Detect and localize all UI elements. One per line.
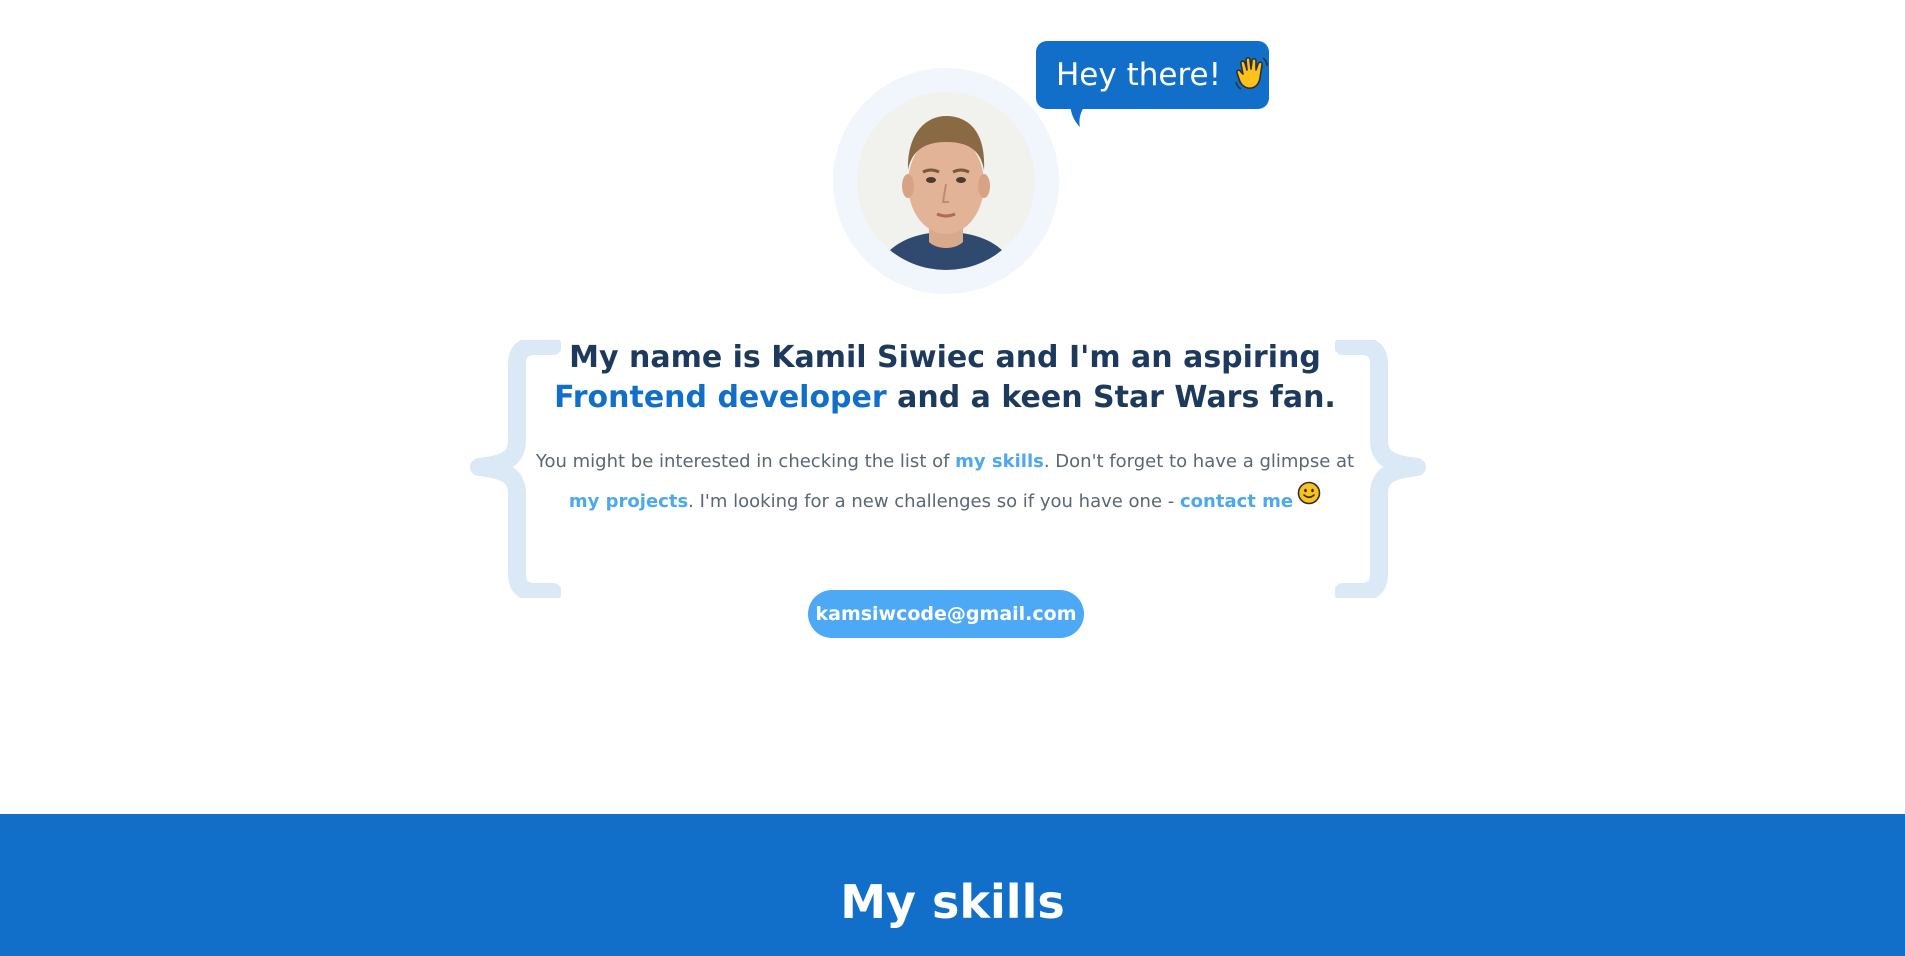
intro-text-part-1: You might be interested in checking the …: [535, 451, 956, 472]
page: Hey there! My name is Kamil Siwiec and I…: [0, 0, 1905, 956]
greeting-bubble: Hey there!: [1036, 41, 1271, 127]
bubble-tail: [1070, 101, 1088, 127]
greeting-text: Hey there!: [1056, 57, 1222, 93]
intro-text: You might be interested in checking the …: [520, 442, 1370, 522]
avatar: [857, 92, 1035, 270]
smiling-face-icon: [1297, 480, 1321, 520]
heading-line-1: My name is Kamil Siwiec and I'm an aspir…: [569, 340, 1321, 375]
intro-text-part-3: . I'm looking for a new challenges so if…: [688, 491, 1180, 512]
skills-section: My skills: [0, 814, 1905, 956]
skills-title: My skills: [840, 875, 1065, 929]
waving-hand-icon: [1233, 54, 1271, 96]
heading-line-2: and a keen Star Wars fan.: [897, 380, 1336, 415]
profile-photo: [857, 92, 1035, 270]
contact-me-link[interactable]: contact me: [1180, 491, 1293, 512]
heading-accent: Frontend developer: [554, 380, 887, 415]
intro-heading: My name is Kamil Siwiec and I'm an aspir…: [520, 338, 1370, 418]
avatar-ring: [833, 68, 1059, 294]
email-button[interactable]: kamsiwcode@gmail.com: [808, 590, 1084, 638]
intro-text-part-2: . Don't forget to have a glimpse at: [1043, 451, 1355, 472]
my-skills-link[interactable]: my skills: [955, 451, 1044, 472]
my-projects-link[interactable]: my projects: [569, 491, 688, 512]
